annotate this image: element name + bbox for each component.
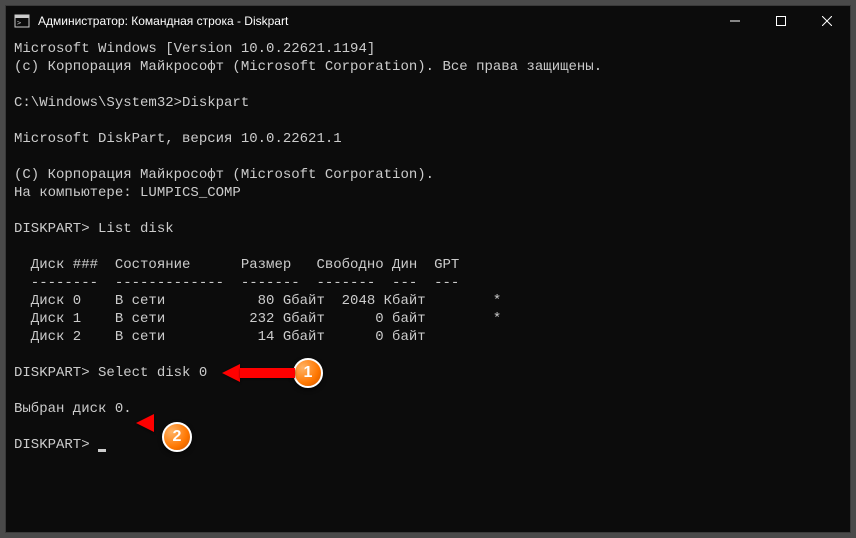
maximize-button[interactable] xyxy=(758,6,804,36)
table-divider: -------- ------------- ------- ------- -… xyxy=(14,275,459,291)
table-header: Диск ### Состояние Размер Свободно Дин G… xyxy=(14,257,459,273)
prompt-line: DISKPART> Select disk 0 xyxy=(14,365,207,381)
output-line: Выбран диск 0. xyxy=(14,401,132,417)
minimize-button[interactable] xyxy=(712,6,758,36)
cmd-window: >_ Администратор: Командная строка - Dis… xyxy=(5,5,851,533)
output-line: Microsoft DiskPart, версия 10.0.22621.1 xyxy=(14,131,342,147)
cmd-icon: >_ xyxy=(14,13,30,29)
close-button[interactable] xyxy=(804,6,850,36)
output-line: (C) Корпорация Майкрософт (Microsoft Cor… xyxy=(14,167,434,183)
prompt-line: DISKPART> xyxy=(14,437,98,453)
window-title: Администратор: Командная строка - Diskpa… xyxy=(38,14,712,28)
output-line: C:\Windows\System32>Diskpart xyxy=(14,95,249,111)
window-controls xyxy=(712,6,850,36)
table-row: Диск 0 В сети 80 Gбайт 2048 Кбайт * xyxy=(14,293,501,309)
table-row: Диск 2 В сети 14 Gбайт 0 байт xyxy=(14,329,426,345)
prompt-line: DISKPART> List disk xyxy=(14,221,174,237)
terminal-output[interactable]: Microsoft Windows [Version 10.0.22621.11… xyxy=(6,36,850,532)
output-line: На компьютере: LUMPICS_COMP xyxy=(14,185,241,201)
output-line: Microsoft Windows [Version 10.0.22621.11… xyxy=(14,41,375,57)
output-line: (c) Корпорация Майкрософт (Microsoft Cor… xyxy=(14,59,602,75)
titlebar[interactable]: >_ Администратор: Командная строка - Dis… xyxy=(6,6,850,36)
table-row: Диск 1 В сети 232 Gбайт 0 байт * xyxy=(14,311,501,327)
svg-text:>_: >_ xyxy=(17,19,26,27)
cursor xyxy=(98,449,106,452)
